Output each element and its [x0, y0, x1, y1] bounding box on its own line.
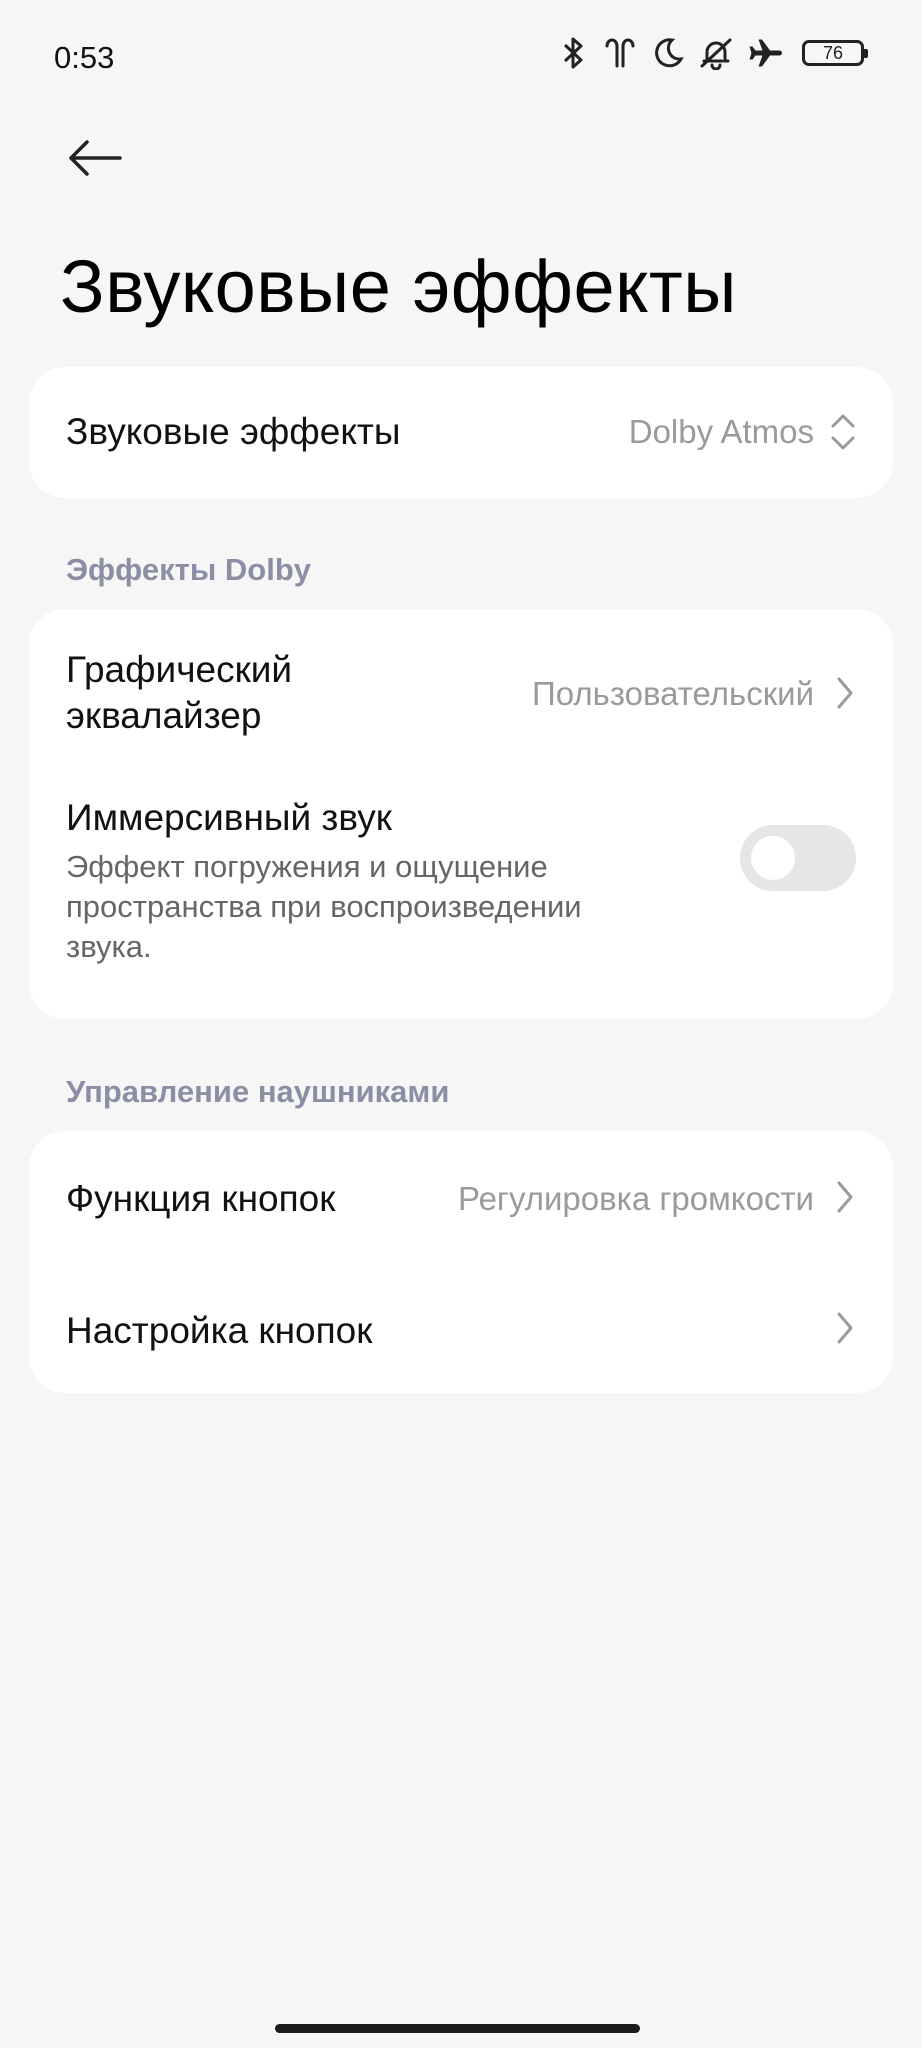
- button-function-row[interactable]: Функция кнопок Регулировка громкости: [29, 1131, 893, 1262]
- bluetooth-icon: [558, 36, 588, 70]
- sound-effects-row[interactable]: Звуковые эффекты Dolby Atmos: [29, 367, 893, 498]
- immersive-sound-row[interactable]: Иммерсивный звук Эффект погружения и ощу…: [29, 769, 893, 1019]
- button-function-label: Функция кнопок: [66, 1178, 336, 1219]
- immersive-sound-label: Иммерсивный звук: [66, 797, 392, 838]
- status-time: 0:53: [54, 40, 115, 75]
- button-settings-label: Настройка кнопок: [66, 1310, 373, 1351]
- sound-effects-value: Dolby Atmos: [628, 413, 814, 450]
- button-function-value: Регулировка громкости: [458, 1180, 814, 1217]
- chevron-right-icon: [833, 1177, 857, 1222]
- status-icons: 76: [558, 36, 868, 70]
- headphones-card: Функция кнопок Регулировка громкости Нас…: [29, 1131, 893, 1393]
- dolby-effects-card: Графический эквалайзер Пользовательский …: [29, 609, 893, 1019]
- home-indicator[interactable]: [275, 2024, 640, 2033]
- moon-icon: [652, 37, 684, 69]
- button-settings-row[interactable]: Настройка кнопок: [29, 1262, 893, 1393]
- page-title: Звуковые эффекты: [60, 245, 737, 328]
- graphic-equalizer-value: Пользовательский: [532, 675, 814, 712]
- airplane-icon: [748, 36, 784, 70]
- toggle-knob: [751, 836, 795, 880]
- immersive-sound-toggle[interactable]: [740, 825, 856, 891]
- chevron-up-down-icon: [829, 411, 857, 458]
- arrow-left-icon: [67, 138, 123, 183]
- immersive-sound-description: Эффект погружения и ощущение пространств…: [66, 849, 582, 964]
- sound-effects-label: Звуковые эффекты: [66, 411, 401, 452]
- headphones-section-header: Управление наушниками: [66, 1074, 450, 1109]
- chevron-right-icon: [833, 673, 857, 718]
- earbuds-icon: [602, 36, 638, 70]
- back-button[interactable]: [60, 128, 130, 192]
- graphic-equalizer-label: Графический эквалайзер: [66, 649, 293, 736]
- bell-off-icon: [698, 36, 734, 70]
- status-bar: 0:53 76: [0, 0, 922, 120]
- chevron-right-icon: [833, 1308, 857, 1353]
- battery-icon: 76: [802, 40, 868, 66]
- sound-effects-card: Звуковые эффекты Dolby Atmos: [29, 367, 893, 498]
- dolby-section-header: Эффекты Dolby: [66, 552, 312, 587]
- graphic-equalizer-row[interactable]: Графический эквалайзер Пользовательский: [29, 609, 893, 769]
